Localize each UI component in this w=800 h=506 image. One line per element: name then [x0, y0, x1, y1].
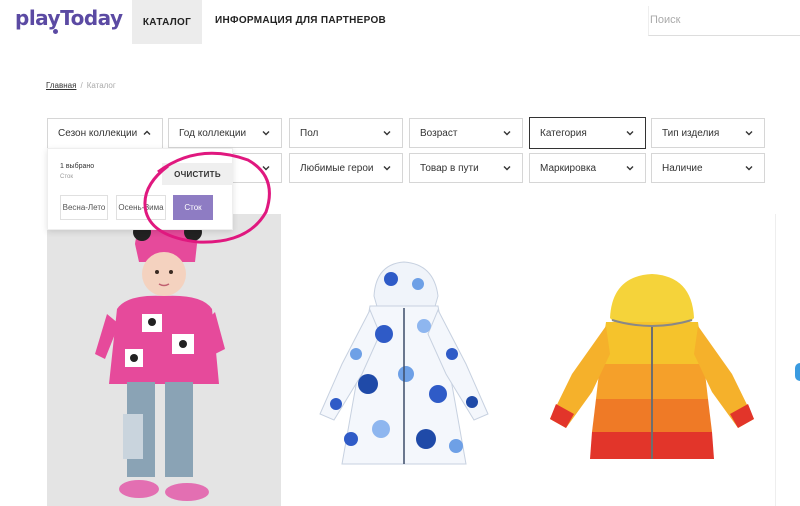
breadcrumb-current: Каталог	[86, 81, 116, 90]
breadcrumb-home[interactable]: Главная	[46, 81, 76, 90]
filter-gender[interactable]: Пол	[289, 118, 403, 148]
chevron-down-icon	[503, 131, 511, 136]
selected-value: Сток	[60, 174, 73, 180]
product-card-1[interactable]	[47, 214, 281, 506]
logo-dot	[53, 29, 58, 34]
highlight-annotation	[143, 151, 271, 244]
chevron-down-icon	[745, 166, 753, 171]
chevron-down-icon	[503, 166, 511, 171]
product-image-girl	[47, 214, 281, 506]
selected-count: 1 выбрано	[60, 163, 95, 170]
filter-age-label: Возраст	[420, 127, 458, 139]
filter-age[interactable]: Возраст	[409, 118, 523, 148]
header: playToday КАТАЛОГ ИНФОРМАЦИЯ ДЛЯ ПАРТНЕР…	[0, 0, 800, 44]
option-spring-summer[interactable]: Весна-Лето	[60, 195, 108, 220]
filter-availability-label: Наличие	[662, 162, 703, 174]
filter-category[interactable]: Категория	[529, 117, 646, 149]
filter-season-label: Сезон коллекции	[58, 128, 138, 139]
breadcrumb-separator: /	[80, 81, 83, 90]
product-image-puffer-jacket	[526, 214, 766, 506]
filter-heroes-label: Любимые герои	[300, 162, 374, 174]
product-image-floral-coat	[296, 214, 512, 506]
chevron-down-icon	[383, 166, 391, 171]
filter-product-type[interactable]: Тип изделия	[651, 118, 765, 148]
filter-in-transit[interactable]: Товар в пути	[409, 153, 523, 183]
chevron-down-icon	[626, 166, 634, 171]
logo[interactable]: playToday	[15, 6, 123, 30]
nav-partners[interactable]: ИНФОРМАЦИЯ ДЛЯ ПАРТНЕРОВ	[215, 15, 386, 26]
product-card-3[interactable]	[526, 214, 766, 506]
chevron-down-icon	[262, 131, 270, 136]
filter-category-label: Категория	[540, 127, 587, 139]
filter-in-transit-label: Товар в пути	[420, 162, 479, 174]
filter-marking[interactable]: Маркировка	[529, 153, 646, 183]
filter-marking-label: Маркировка	[540, 162, 597, 174]
search-input[interactable]: Поиск	[648, 6, 800, 36]
nav-catalog[interactable]: КАТАЛОГ	[132, 0, 202, 44]
chevron-down-icon	[383, 131, 391, 136]
next-card-edge	[775, 214, 800, 506]
filter-heroes[interactable]: Любимые герои	[289, 153, 403, 183]
breadcrumb: Главная / Каталог	[46, 81, 116, 90]
chevron-down-icon	[626, 131, 634, 136]
chat-widget-icon[interactable]	[795, 363, 800, 381]
filter-gender-label: Пол	[300, 127, 319, 139]
product-card-2[interactable]	[296, 214, 512, 506]
filter-year-label: Год коллекции	[179, 127, 247, 139]
filter-availability[interactable]: Наличие	[651, 153, 765, 183]
chevron-down-icon	[745, 131, 753, 136]
filter-product-type-label: Тип изделия	[662, 127, 720, 139]
chevron-up-icon	[143, 130, 151, 135]
